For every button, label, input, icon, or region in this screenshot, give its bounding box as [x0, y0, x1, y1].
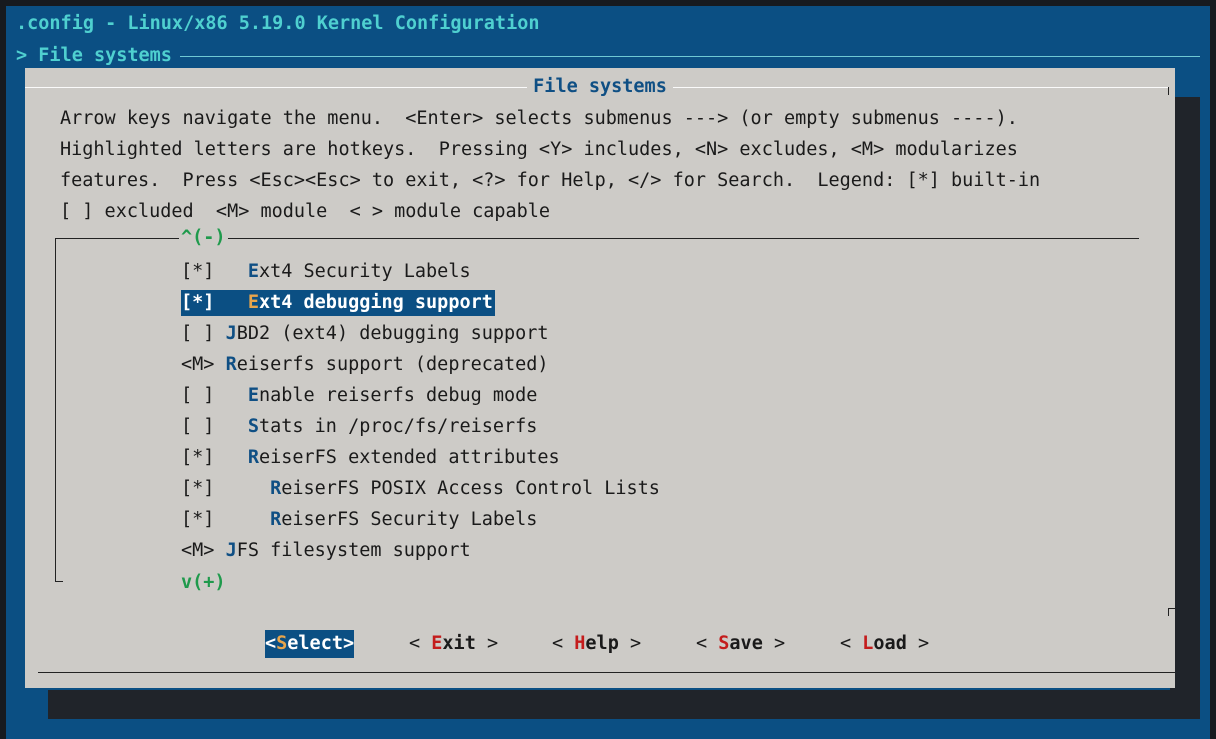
button-hotkey: S	[718, 633, 730, 654]
help-text-line: Arrow keys navigate the menu. <Enter> se…	[60, 108, 1018, 129]
menu-item-reiserfs-posix-acl[interactable]: [*] ReiserFS POSIX Access Control Lists	[181, 476, 662, 502]
exit-button[interactable]: < Exit >	[409, 630, 498, 658]
window-title: .config - Linux/x86 5.19.0 Kernel Config…	[16, 13, 540, 34]
item-state: [*]	[181, 509, 271, 530]
item-hotkey: E	[247, 261, 259, 282]
breadcrumb: > File systems	[16, 44, 180, 68]
item-state: <M>	[181, 354, 226, 375]
listbox-left-border	[55, 238, 56, 582]
button-hotkey: L	[862, 633, 874, 654]
dialog-title: File systems	[527, 76, 673, 97]
button-label: elp	[585, 633, 619, 654]
item-label: tats in /proc/fs/reiserfs	[258, 416, 538, 437]
dialog-shadow-bottom	[48, 690, 1200, 719]
dialog-border-tick	[1168, 608, 1175, 609]
item-label: eiserfs support (deprecated)	[236, 354, 549, 375]
item-state: [ ]	[181, 416, 248, 437]
menu-listbox[interactable]: ^(-) [*] Ext4 Security Labels [*] Ext4 d…	[55, 226, 1139, 593]
item-hotkey: S	[247, 416, 259, 437]
item-label: eiserFS extended attributes	[258, 447, 560, 468]
listbox-border-tick	[55, 581, 63, 582]
dialog-bottom-border	[38, 672, 1175, 673]
help-text-line: features. Press <Esc><Esc> to exit, <?> …	[60, 170, 1041, 191]
dialog-border-tick	[1168, 608, 1169, 616]
save-button[interactable]: < Save >	[696, 630, 785, 658]
help-button[interactable]: < Help >	[552, 630, 641, 658]
dialog-title-row: File systems	[25, 74, 1175, 100]
item-label: nable reiserfs debug mode	[258, 385, 538, 406]
button-bracket: <	[840, 633, 863, 654]
item-hotkey: R	[247, 447, 259, 468]
button-label: ave	[729, 633, 763, 654]
breadcrumb-line	[16, 56, 1200, 57]
item-hotkey: J	[225, 323, 237, 344]
button-bracket: >	[762, 633, 786, 654]
item-state: [*]	[181, 292, 248, 313]
item-label: eiserFS POSIX Access Control Lists	[281, 478, 660, 499]
button-label: oad	[873, 633, 907, 654]
menu-item-reiserfs-support[interactable]: <M> Reiserfs support (deprecated)	[181, 352, 551, 378]
button-bracket: <	[409, 633, 432, 654]
help-text-line: Highlighted letters are hotkeys. Pressin…	[60, 139, 1018, 160]
item-hotkey: E	[247, 385, 259, 406]
menu-item-reiserfs-security-labels[interactable]: [*] ReiserFS Security Labels	[181, 507, 539, 533]
button-bracket: >	[906, 633, 930, 654]
menu-item-ext4-debugging-support[interactable]: [*] Ext4 debugging support	[181, 290, 495, 316]
load-button[interactable]: < Load >	[840, 630, 929, 658]
button-label: elect	[287, 633, 343, 654]
breadcrumb-row: > File systems	[16, 44, 1206, 68]
scroll-down-indicator[interactable]: v(+)	[181, 571, 226, 595]
button-bracket: <	[265, 633, 277, 654]
item-hotkey: E	[247, 292, 259, 313]
item-label: xt4 debugging support	[258, 292, 493, 313]
select-button[interactable]: <Select>	[265, 630, 355, 658]
button-bracket: <	[696, 633, 719, 654]
item-state: [ ]	[181, 385, 248, 406]
item-label: FS filesystem support	[236, 540, 471, 561]
menu-item-jfs-support[interactable]: <M> JFS filesystem support	[181, 538, 473, 564]
button-hotkey: H	[574, 633, 586, 654]
item-hotkey: R	[270, 478, 282, 499]
item-label: BD2 (ext4) debugging support	[236, 323, 549, 344]
item-label: xt4 Security Labels	[258, 261, 471, 282]
item-state: <M>	[181, 540, 226, 561]
menuconfig-dialog: File systems Arrow keys navigate the men…	[25, 68, 1175, 688]
item-hotkey: J	[225, 540, 237, 561]
menu-item-reiserfs-debug-mode[interactable]: [ ] Enable reiserfs debug mode	[181, 383, 539, 409]
item-state: [ ]	[181, 323, 226, 344]
scroll-up-indicator[interactable]: ^(-)	[179, 226, 228, 250]
button-hotkey: S	[276, 633, 288, 654]
item-state: [*]	[181, 261, 248, 282]
item-state: [*]	[181, 447, 248, 468]
menu-item-ext4-security-labels[interactable]: [*] Ext4 Security Labels	[181, 259, 473, 285]
item-label: eiserFS Security Labels	[281, 509, 538, 530]
item-hotkey: R	[225, 354, 237, 375]
item-hotkey: R	[270, 509, 282, 530]
button-bracket: >	[475, 633, 499, 654]
button-hotkey: E	[431, 633, 443, 654]
menu-item-reiserfs-xattr[interactable]: [*] ReiserFS extended attributes	[181, 445, 562, 471]
item-state: [*]	[181, 478, 271, 499]
button-label: xit	[442, 633, 476, 654]
menu-item-reiserfs-stats[interactable]: [ ] Stats in /proc/fs/reiserfs	[181, 414, 539, 440]
button-bracket: >	[342, 633, 355, 654]
button-bracket: <	[552, 633, 575, 654]
menu-item-jbd2-debugging-support[interactable]: [ ] JBD2 (ext4) debugging support	[181, 321, 551, 347]
button-bracket: >	[618, 633, 642, 654]
help-text-line: [ ] excluded <M> module < > module capab…	[60, 201, 551, 222]
